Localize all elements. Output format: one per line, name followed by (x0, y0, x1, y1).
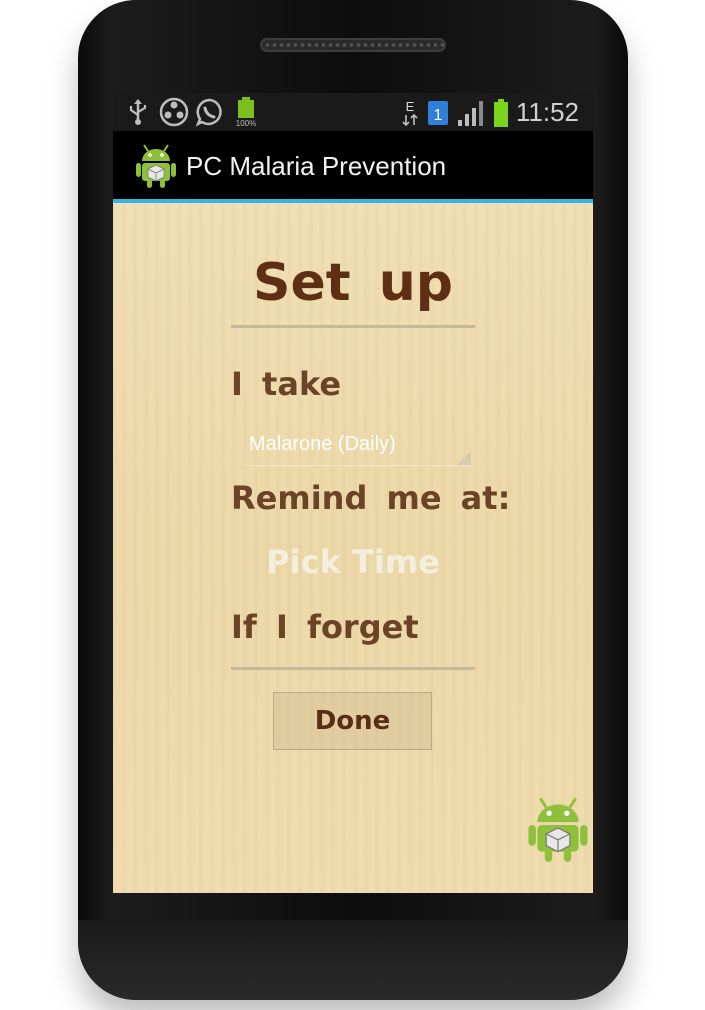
forget-divider (231, 667, 475, 670)
signal-strength-icon (456, 98, 486, 128)
spinner-dropdown-icon (457, 451, 471, 465)
notification-badge-icon: 1 (426, 98, 450, 128)
notification-count: 1 (433, 107, 442, 124)
remind-me-label: Remind me at: (231, 479, 511, 517)
status-bar: 100% E 1 11:52 (113, 93, 593, 131)
medication-selected-value: Malarone (Daily) (249, 433, 396, 455)
network-type-icon: E (400, 98, 420, 128)
i-take-label: I take (231, 365, 342, 403)
action-bar: PC Malaria Prevention (113, 131, 593, 199)
if-i-forget-label: If I forget (231, 608, 419, 646)
whatsapp-icon (195, 97, 225, 127)
phone-speaker (260, 38, 446, 52)
usb-icon (123, 97, 153, 127)
battery-percent-label: 100% (236, 119, 256, 128)
done-button[interactable]: Done (273, 692, 432, 750)
medication-spinner[interactable]: Malarone (Daily) (245, 433, 471, 466)
android-logo-icon[interactable] (135, 141, 177, 193)
title-divider (231, 325, 475, 328)
phone-screen: 100% E 1 11:52 PC Malaria Prevention Set… (113, 93, 593, 893)
media-icon (159, 97, 189, 127)
setup-screen: Set up I take Malarone (Daily) Remind me… (113, 203, 593, 893)
app-title: PC Malaria Prevention (186, 151, 447, 181)
battery-full-icon: 100% (231, 97, 263, 128)
android-mascot-icon (527, 792, 589, 868)
page-title: Set up (253, 253, 453, 313)
network-type-label: E (406, 99, 415, 114)
status-time: 11:52 (515, 97, 579, 127)
pick-time-button[interactable]: Pick Time (113, 543, 593, 581)
battery-icon (492, 98, 510, 128)
